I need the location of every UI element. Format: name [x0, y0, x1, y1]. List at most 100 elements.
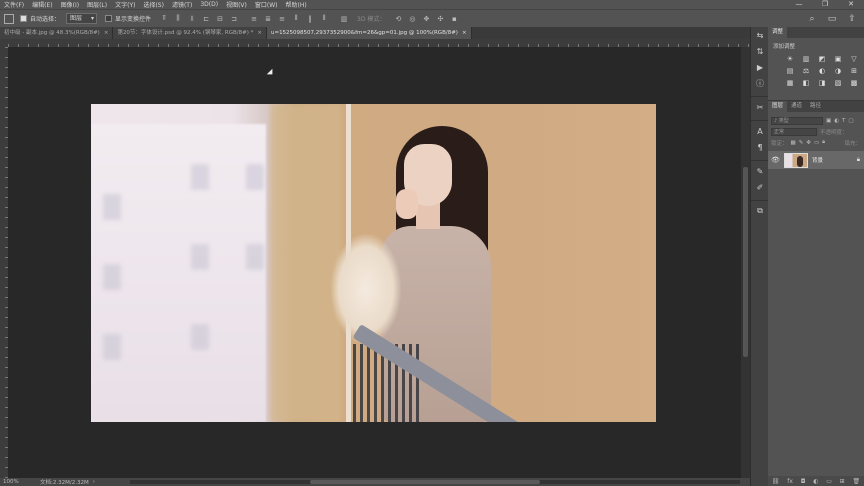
selective-color-icon[interactable]: ▩: [848, 78, 860, 88]
layer-filter-dropdown[interactable]: ♪ 类型: [771, 116, 823, 125]
mask-icon[interactable]: ◘: [801, 478, 806, 485]
tab-document-3[interactable]: u=1525098507,2937352900&fm=26&gp=01.jpg …: [266, 27, 472, 39]
auto-align-icon[interactable]: ▥: [339, 14, 349, 24]
menu-edit[interactable]: 编辑(E): [28, 0, 56, 9]
menu-image[interactable]: 图像(I): [57, 0, 83, 9]
3d-pan-icon[interactable]: ✥: [421, 14, 431, 24]
threshold-icon[interactable]: ◨: [816, 78, 828, 88]
link-icon[interactable]: ⛓: [772, 478, 780, 485]
filter-pixel-icon[interactable]: ▣: [826, 118, 831, 124]
lock-icon[interactable]: 🔒︎: [857, 156, 860, 164]
vibrance-icon[interactable]: ▽: [848, 54, 860, 64]
menu-file[interactable]: 文件(F): [0, 0, 28, 9]
eye-icon[interactable]: 👁︎: [771, 156, 780, 164]
tab-document-1[interactable]: 初中级 - 副本.jpg @ 48.3%(RGB/8#) ×: [0, 27, 114, 39]
3d-rotate-icon[interactable]: ⟲: [393, 14, 403, 24]
3d-slide-icon[interactable]: ✣: [435, 14, 445, 24]
new-layer-icon[interactable]: ⊞: [840, 478, 845, 485]
menu-select[interactable]: 选择(S): [139, 0, 168, 9]
menu-window[interactable]: 窗口(W): [251, 0, 282, 9]
black-white-icon[interactable]: ◐: [816, 66, 828, 76]
layer-thumbnail[interactable]: [784, 152, 808, 168]
tools-icon[interactable]: ✂: [751, 99, 769, 115]
workspace-icon[interactable]: ▭: [826, 13, 838, 25]
distribute-left-icon[interactable]: ⦀: [291, 14, 301, 24]
close-button[interactable]: ✕: [838, 0, 864, 9]
align-right-icon[interactable]: ⊐: [229, 14, 239, 24]
lock-move-icon[interactable]: ✥: [806, 140, 811, 146]
close-icon[interactable]: ×: [462, 30, 467, 36]
gradient-map-icon[interactable]: ▧: [832, 78, 844, 88]
trash-icon[interactable]: 🗑︎: [852, 478, 860, 485]
show-transform-checkbox[interactable]: [105, 15, 113, 22]
distribute-hcenter-icon[interactable]: ‖: [305, 14, 315, 24]
search-icon[interactable]: ⌕: [806, 13, 818, 25]
document-image[interactable]: [91, 104, 656, 422]
properties-icon[interactable]: ⇅: [751, 43, 769, 59]
scrollbar-thumb[interactable]: [743, 167, 748, 357]
group-icon[interactable]: ▭: [826, 478, 832, 485]
layer-row-background[interactable]: 👁︎ 背景 🔒︎: [768, 151, 864, 169]
vertical-ruler[interactable]: [0, 47, 8, 478]
layer-name[interactable]: 背景: [812, 156, 823, 164]
lock-artboard-icon[interactable]: ▭: [814, 140, 819, 146]
brightness-icon[interactable]: ☀: [784, 54, 796, 64]
blend-mode-dropdown[interactable]: 正常: [771, 127, 817, 136]
tab-paths[interactable]: 路径: [806, 101, 825, 112]
align-bottom-icon[interactable]: ⫫: [187, 14, 197, 24]
curves-icon[interactable]: ◩: [816, 54, 828, 64]
auto-select-dropdown[interactable]: 图层: [66, 13, 98, 24]
zoom-level[interactable]: 100%: [0, 479, 34, 485]
share-icon[interactable]: ⇪: [846, 13, 858, 25]
close-icon[interactable]: ×: [257, 30, 262, 36]
brush-icon[interactable]: ✎: [751, 163, 769, 179]
menu-layer[interactable]: 图层(L): [83, 0, 111, 9]
horizontal-ruler[interactable]: [8, 39, 750, 47]
3d-roll-icon[interactable]: ◎: [407, 14, 417, 24]
menu-3d[interactable]: 3D(D): [196, 1, 222, 8]
align-hcenter-icon[interactable]: ⊟: [215, 14, 225, 24]
align-vcenter-icon[interactable]: ⫼: [173, 14, 183, 24]
distribute-bottom-icon[interactable]: ≡: [277, 14, 287, 24]
exposure-icon[interactable]: ▣: [832, 54, 844, 64]
lock-all-icon[interactable]: 🔒︎: [822, 139, 825, 146]
invert-icon[interactable]: ▦: [784, 78, 796, 88]
menu-view[interactable]: 视图(V): [222, 0, 251, 9]
tab-document-2[interactable]: 第20节：字体设计.psd @ 92.4% (钢琴家, RGB/8#) * ×: [113, 27, 267, 39]
lock-paint-icon[interactable]: ✎: [799, 140, 804, 146]
align-left-icon[interactable]: ⊏: [201, 14, 211, 24]
maximize-button[interactable]: ❐: [812, 0, 838, 9]
3d-scale-icon[interactable]: ▪: [449, 14, 459, 24]
minimize-button[interactable]: —: [786, 0, 812, 9]
paragraph-icon[interactable]: ¶: [751, 139, 769, 155]
tab-layers[interactable]: 图层: [768, 101, 788, 112]
move-tool-icon[interactable]: [4, 13, 14, 24]
brush-presets-icon[interactable]: ✐: [751, 179, 769, 195]
menu-type[interactable]: 文字(Y): [111, 0, 139, 9]
channel-mixer-icon[interactable]: ⊞: [848, 66, 860, 76]
layer-comps-icon[interactable]: ⧉: [751, 203, 769, 219]
hue-saturation-icon[interactable]: ▤: [784, 66, 796, 76]
info-icon[interactable]: ⓘ: [751, 75, 769, 91]
tab-adjustments[interactable]: 调整: [768, 27, 788, 38]
menu-help[interactable]: 帮助(H): [282, 0, 311, 9]
distribute-right-icon[interactable]: ⦀: [319, 14, 329, 24]
filter-adjust-icon[interactable]: ◐: [834, 118, 839, 124]
vertical-scrollbar[interactable]: [741, 47, 750, 478]
distribute-vcenter-icon[interactable]: ≣: [263, 14, 273, 24]
character-icon[interactable]: A: [751, 123, 769, 139]
fx-icon[interactable]: fx: [787, 478, 793, 485]
close-icon[interactable]: ×: [104, 30, 109, 36]
tab-channels[interactable]: 通道: [787, 101, 806, 112]
posterize-icon[interactable]: ◧: [800, 78, 812, 88]
auto-select-checkbox[interactable]: [20, 15, 27, 22]
photo-filter-icon[interactable]: ◑: [832, 66, 844, 76]
horizontal-scrollbar[interactable]: [130, 480, 740, 484]
menu-filter[interactable]: 滤镜(T): [168, 0, 196, 9]
distribute-top-icon[interactable]: ≡: [249, 14, 259, 24]
align-top-icon[interactable]: ⫪: [159, 14, 169, 24]
scrollbar-thumb[interactable]: [310, 480, 540, 484]
adjustment-layer-icon[interactable]: ◐: [813, 478, 818, 485]
history-icon[interactable]: ⇆: [751, 27, 769, 43]
actions-icon[interactable]: ▶: [751, 59, 769, 75]
